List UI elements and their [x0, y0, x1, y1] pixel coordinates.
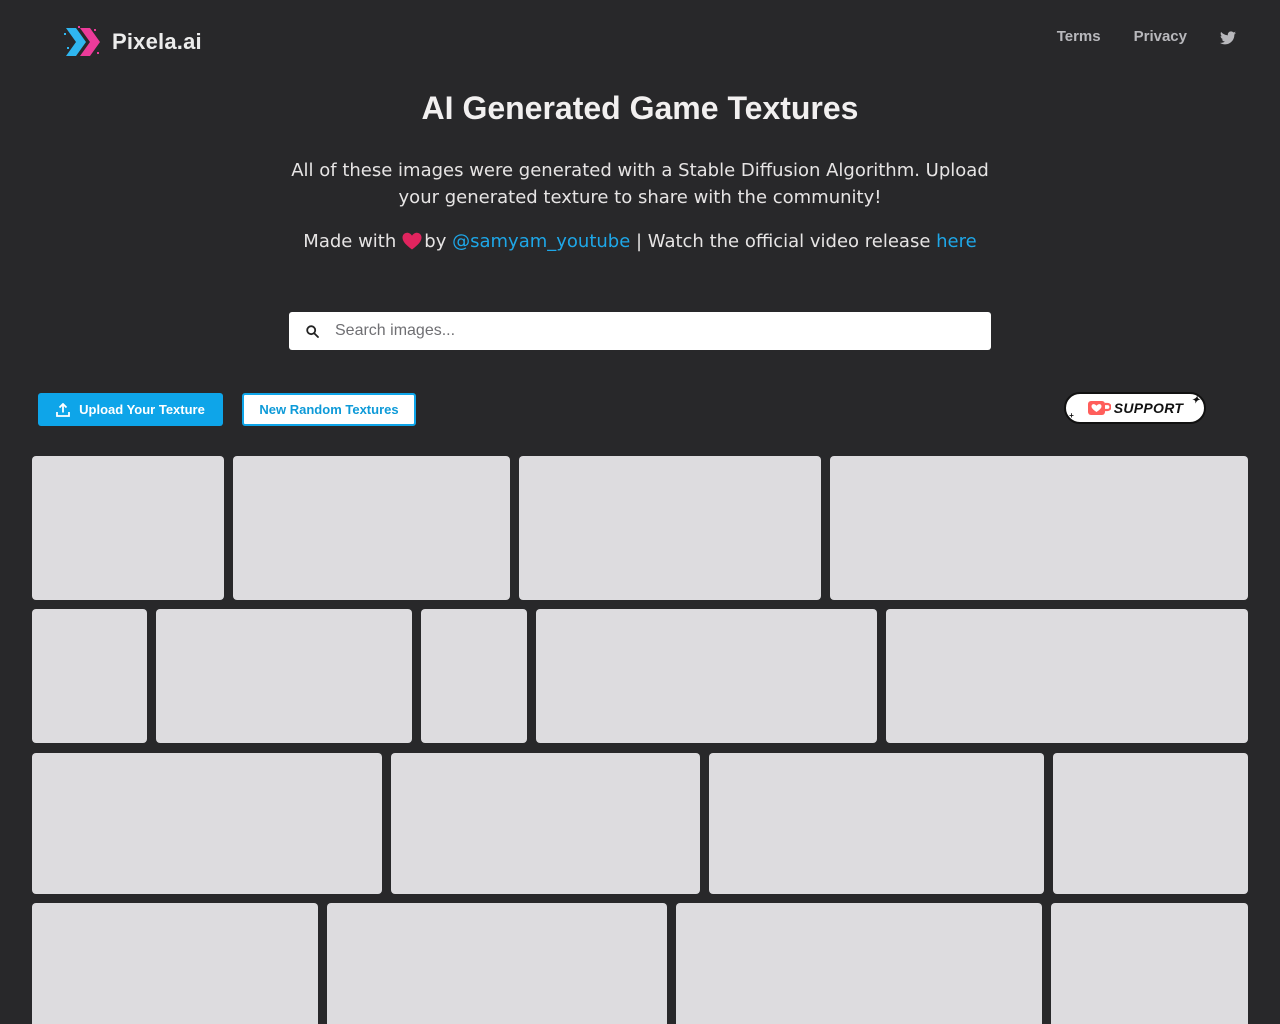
new-random-textures-label: New Random Textures	[259, 402, 399, 417]
video-text: | Watch the official video release	[630, 231, 937, 252]
upload-texture-label: Upload Your Texture	[79, 402, 205, 417]
texture-tile[interactable]	[32, 903, 318, 1024]
video-link[interactable]: here	[936, 231, 977, 252]
brand-name: Pixela.ai	[112, 29, 202, 54]
nav-terms-link[interactable]: Terms	[1057, 28, 1101, 45]
texture-tile[interactable]	[1053, 753, 1248, 894]
credits-line: Made with by @samyam_youtube | Watch the …	[0, 228, 1280, 255]
texture-tile[interactable]	[327, 903, 667, 1024]
texture-tile[interactable]	[32, 753, 382, 894]
sparkle-icon: +	[1069, 411, 1074, 420]
texture-tile[interactable]	[886, 609, 1248, 743]
search-input[interactable]	[333, 315, 977, 347]
texture-tile[interactable]	[676, 903, 1042, 1024]
page-description: All of these images were generated with …	[291, 160, 989, 208]
page: Pixela.ai Terms Privacy AI Generated Gam…	[0, 0, 1280, 1024]
page-title: AI Generated Game Textures	[421, 90, 859, 126]
top-nav: Terms Privacy	[1057, 28, 1236, 45]
texture-tile[interactable]	[1051, 903, 1248, 1024]
texture-tile[interactable]	[536, 609, 877, 743]
texture-tile[interactable]	[32, 456, 224, 600]
kofi-cup-icon	[1087, 401, 1111, 415]
texture-tile[interactable]	[32, 609, 147, 743]
made-with-text: Made with	[303, 231, 397, 252]
brand-logo[interactable]: Pixela.ai	[64, 25, 202, 59]
texture-tile[interactable]	[519, 456, 821, 600]
search-bar[interactable]	[289, 312, 991, 350]
by-text: by	[424, 231, 447, 252]
upload-icon	[56, 402, 71, 417]
search-icon	[306, 324, 319, 338]
texture-tile[interactable]	[156, 609, 412, 743]
sparkle-icon: ✦	[1191, 395, 1200, 406]
texture-tile[interactable]	[709, 753, 1044, 894]
nav-privacy-link[interactable]: Privacy	[1134, 28, 1187, 45]
support-label: SUPPORT	[1113, 400, 1184, 416]
author-link[interactable]: @samyam_youtube	[452, 231, 630, 252]
new-random-textures-button[interactable]: New Random Textures	[242, 393, 416, 426]
texture-tile[interactable]	[830, 456, 1248, 600]
twitter-icon[interactable]	[1220, 30, 1236, 45]
kofi-support-button[interactable]: SUPPORT ✦ +	[1064, 392, 1206, 424]
texture-tile[interactable]	[391, 753, 700, 894]
texture-tile[interactable]	[421, 609, 527, 743]
upload-texture-button[interactable]: Upload Your Texture	[38, 393, 223, 426]
heart-icon	[402, 232, 422, 250]
logo-icon	[64, 26, 100, 56]
texture-tile[interactable]	[233, 456, 510, 600]
